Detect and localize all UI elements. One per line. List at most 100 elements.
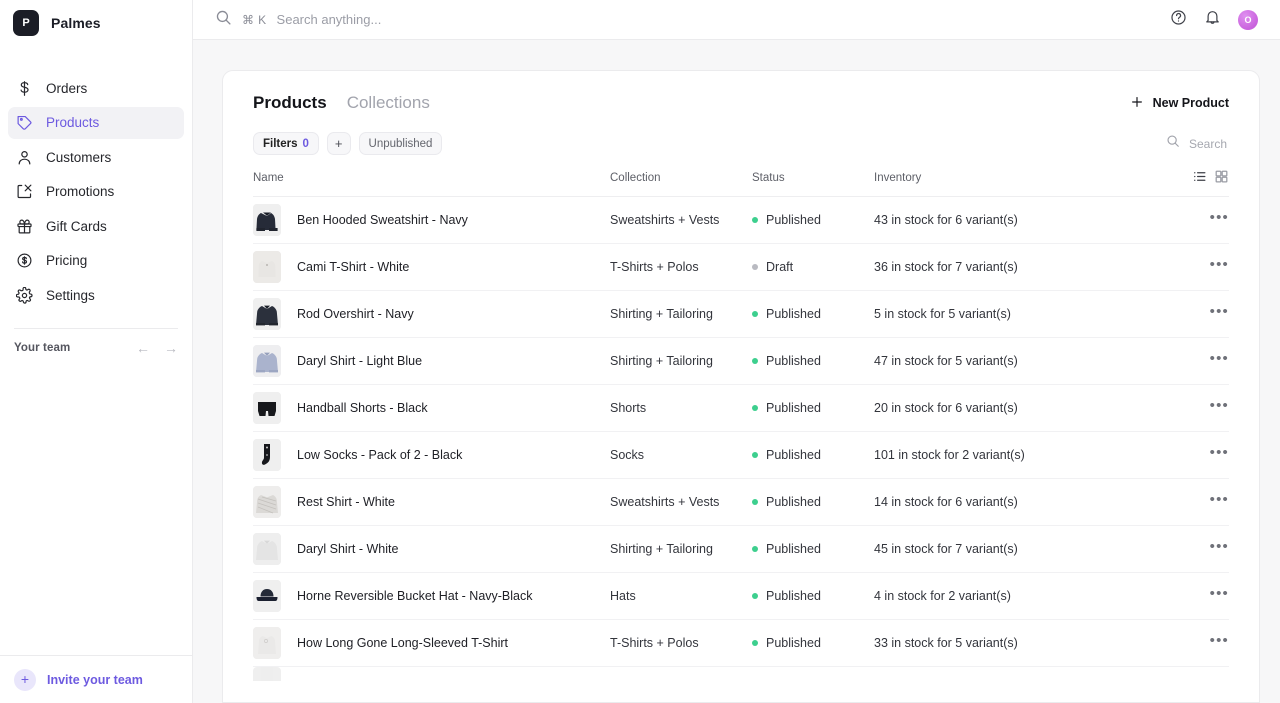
product-name: Rest Shirt - White [297,495,395,509]
status-dot [752,499,758,505]
avatar[interactable]: O [1238,9,1258,30]
invite-your-team-button[interactable]: + Invite your team [0,655,193,703]
product-collection: Socks [610,448,645,462]
sidebar-item-pricing[interactable]: Pricing [8,245,184,277]
filters-row: Filters 0 + Unpublished Search [223,113,1259,155]
product-inventory: 20 in stock for 6 variant(s) [874,401,1018,415]
row-actions-button[interactable]: ••• [1210,257,1229,277]
product-collection: Shirting + Tailoring [610,354,713,368]
row-actions-button[interactable]: ••• [1210,492,1229,512]
column-header-collection[interactable]: Collection [610,172,752,184]
table-search-input[interactable]: Search [1166,134,1229,153]
status-badge: Published [752,589,874,603]
product-collection: Shirting + Tailoring [610,307,713,321]
new-product-label: New Product [1152,96,1229,110]
product-thumbnail [253,298,281,330]
status-badge: Published [752,636,874,650]
sidebar-item-customers[interactable]: Customers [8,141,184,173]
team-pagination: ← → [136,341,178,355]
product-inventory: 36 in stock for 7 variant(s) [874,260,1018,274]
table-row[interactable]: Handball Shorts - Black Shorts Published… [253,385,1229,432]
tab-products[interactable]: Products [253,93,327,113]
gift-icon [16,218,33,235]
sidebar-item-gift-cards[interactable]: Gift Cards [8,210,184,242]
product-name: Low Socks - Pack of 2 - Black [297,448,463,462]
topbar: ⌘ K Search anything... O [193,0,1280,40]
status-dot [752,358,758,364]
grid-view-icon[interactable] [1214,169,1229,187]
product-collection: Sweatshirts + Vests [610,213,720,227]
table-row[interactable]: Horne Reversible Bucket Hat - Navy-Black… [253,573,1229,620]
status-badge: Published [752,495,874,509]
row-actions-button[interactable]: ••• [1210,398,1229,418]
status-badge: Published [752,542,874,556]
filters-label: Filters [263,137,298,150]
unpublished-filter-pill[interactable]: Unpublished [358,132,443,155]
brand[interactable]: P Palmes [0,0,192,46]
search-placeholder: Search anything... [276,12,382,27]
search-icon [215,9,232,31]
tab-collections[interactable]: Collections [347,93,430,113]
product-collection: Hats [610,589,636,603]
invite-label: Invite your team [47,672,143,687]
table-row[interactable]: Daryl Shirt - Light Blue Shirting + Tail… [253,338,1229,385]
product-thumbnail [253,533,281,565]
bell-icon[interactable] [1204,9,1221,31]
arrow-right-icon[interactable]: → [164,341,178,355]
product-collection: Shirting + Tailoring [610,542,713,556]
row-actions-button[interactable]: ••• [1210,210,1229,230]
row-actions-button[interactable]: ••• [1210,351,1229,371]
table-row[interactable]: Cami T-Shirt - White T-Shirts + Polos Dr… [253,244,1229,291]
product-thumbnail [253,627,281,659]
product-collection: T-Shirts + Polos [610,636,699,650]
status-dot [752,217,758,223]
new-product-button[interactable]: New Product [1130,95,1229,112]
table-row[interactable]: Ben Hooded Sweatshirt - Navy Sweatshirts… [253,197,1229,244]
dollar-icon [16,80,33,97]
column-header-name[interactable]: Name [253,172,610,184]
column-header-inventory[interactable]: Inventory [874,172,1169,184]
row-actions-button[interactable]: ••• [1210,633,1229,653]
gear-icon [16,286,33,304]
brand-logo: P [13,10,39,36]
product-name: Ben Hooded Sweatshirt - Navy [297,213,468,227]
product-inventory: 33 in stock for 5 variant(s) [874,636,1018,650]
table-row[interactable]: How Long Gone Long-Sleeved T-Shirt T-Shi… [253,620,1229,667]
sidebar-item-settings[interactable]: Settings [8,279,184,311]
row-actions-button[interactable]: ••• [1210,304,1229,324]
column-header-status[interactable]: Status [752,172,874,184]
plus-icon: + [14,668,36,691]
global-search-input[interactable]: ⌘ K Search anything... [215,9,1170,31]
table-row[interactable]: Rest Shirt - White Sweatshirts + Vests P… [253,479,1229,526]
product-name: Daryl Shirt - Light Blue [297,354,423,368]
sidebar-item-orders[interactable]: Orders [8,72,184,104]
arrow-left-icon[interactable]: ← [136,341,150,355]
status-badge: Published [752,354,874,368]
product-name: Rod Overshirt - Navy [297,307,414,321]
table-row[interactable]: Rod Overshirt - Navy Shirting + Tailorin… [253,291,1229,338]
status-dot [752,593,758,599]
list-view-icon[interactable] [1192,169,1207,187]
table-row[interactable]: Daryl Shirt - White Shirting + Tailoring… [253,526,1229,573]
table-row[interactable]: Low Socks - Pack of 2 - Black Socks Publ… [253,432,1229,479]
card-header: Products Collections New Product [223,71,1259,113]
sidebar-item-label: Gift Cards [46,218,107,234]
product-thumbnail [253,667,281,681]
filters-pill[interactable]: Filters 0 [253,132,319,155]
row-actions-button[interactable]: ••• [1210,539,1229,559]
add-filter-button[interactable]: + [326,132,351,155]
main-area: ⌘ K Search anything... O Products Collec… [193,0,1280,703]
tag-icon [16,114,33,131]
table-row[interactable] [253,667,1229,681]
sidebar-item-promotions[interactable]: Promotions [8,176,184,208]
product-inventory: 5 in stock for 5 variant(s) [874,307,1011,321]
table-search-placeholder: Search [1188,136,1227,151]
sidebar-item-products[interactable]: Products [8,106,184,139]
row-actions-button[interactable]: ••• [1210,445,1229,465]
products-card: Products Collections New Product Filters… [222,70,1260,703]
product-name: Cami T-Shirt - White [297,260,410,274]
product-thumbnail [253,580,281,612]
row-actions-button[interactable]: ••• [1210,586,1229,606]
help-circle-icon[interactable] [1170,9,1187,31]
product-inventory: 4 in stock for 2 variant(s) [874,589,1011,603]
